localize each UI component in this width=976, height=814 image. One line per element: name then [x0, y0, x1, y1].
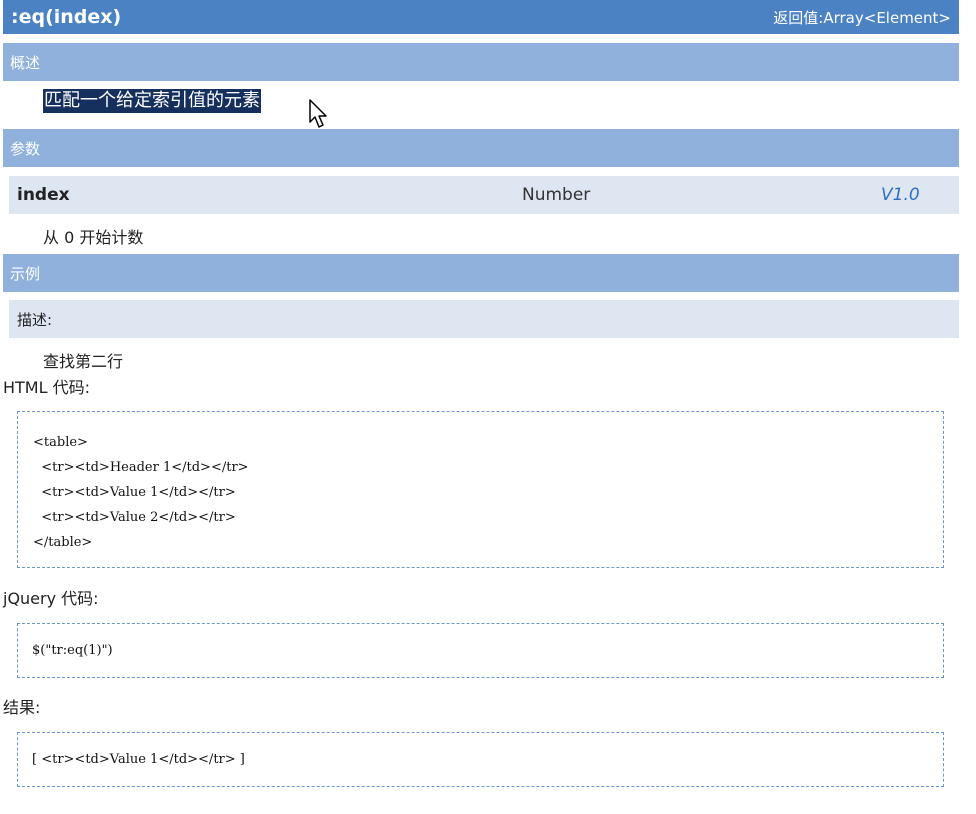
param-type: Number [522, 185, 591, 205]
param-row: index Number V1.0 [9, 176, 959, 214]
html-code-line: <table> [33, 435, 88, 450]
mouse-pointer-icon [309, 99, 327, 128]
jquery-code-label: jQuery 代码: [3, 589, 99, 608]
example-desc-bar: 描述: [9, 300, 959, 338]
html-code-line: </table> [33, 535, 93, 550]
section-title-overview: 概述 [10, 53, 41, 72]
overview-description[interactable]: 匹配一个给定索引值的元素 [43, 89, 261, 113]
return-value: 返回值:Array<Element> [773, 8, 951, 27]
param-name: index [17, 185, 70, 205]
section-title-params: 参数 [10, 139, 41, 158]
section-header-example: 示例 [3, 254, 959, 292]
html-code-line: <tr><td>Value 1</td></tr> [33, 485, 236, 500]
html-code-label: HTML 代码: [3, 378, 91, 397]
jquery-code: $("tr:eq(1)") [32, 643, 113, 658]
title-bar: :eq(index) 返回值:Array<Element> [3, 0, 959, 34]
page-title: :eq(index) [11, 6, 122, 28]
result-code-box: [ <tr><td>Value 1</td></tr> ] [17, 732, 944, 787]
html-code-box: <table> <tr><td>Header 1</td></tr> <tr><… [17, 411, 944, 568]
example-desc-label: 描述: [17, 310, 53, 329]
jquery-code-box: $("tr:eq(1)") [17, 623, 944, 678]
html-code-line: <tr><td>Header 1</td></tr> [33, 460, 249, 475]
result-label: 结果: [3, 698, 41, 717]
section-header-overview: 概述 [3, 43, 959, 81]
param-version: V1.0 [881, 185, 920, 205]
param-description: 从 0 开始计数 [43, 228, 144, 247]
html-code-line: <tr><td>Value 2</td></tr> [33, 510, 236, 525]
example-desc-text: 查找第二行 [43, 352, 124, 371]
section-header-params: 参数 [3, 129, 959, 167]
section-title-example: 示例 [10, 264, 41, 283]
result-code: [ <tr><td>Value 1</td></tr> ] [32, 752, 245, 767]
